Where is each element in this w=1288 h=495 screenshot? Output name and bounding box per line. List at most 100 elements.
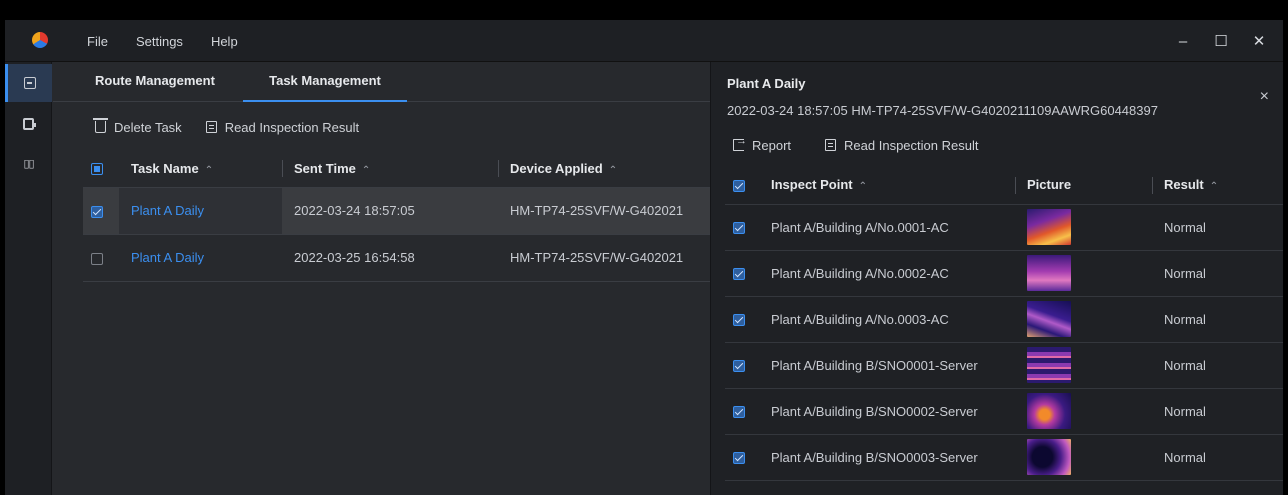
col-device-applied[interactable]: Device Applied ⌃ (498, 150, 710, 188)
report-label: Report (752, 137, 792, 153)
select-all-cell (83, 150, 119, 188)
table-row[interactable]: Plant A Daily 2022-03-24 18:57:05 HM-TP7… (83, 187, 710, 235)
col-task-name-label: Task Name (131, 160, 199, 176)
menu-file[interactable]: File (87, 34, 108, 49)
col-inspect-point[interactable]: Inspect Point ⌃ (759, 166, 1015, 205)
columns-icon: ▯▯ (23, 157, 34, 170)
sort-icon: ⌃ (858, 181, 868, 193)
col-sent-time-label: Sent Time (294, 160, 356, 176)
app-logo-icon (32, 32, 48, 48)
picture-cell (1015, 434, 1152, 481)
report-button[interactable]: Report (733, 135, 792, 153)
task-table: Task Name ⌃ Sent Time ⌃ Device Applied ⌃ Pl… (83, 150, 710, 282)
row-checkbox[interactable] (733, 452, 745, 465)
inspect-point-cell: Plant A/Building B/SNO0002-Server (759, 388, 1015, 435)
sort-icon: ⌃ (608, 164, 618, 176)
table-row[interactable]: Plant A/Building A/No.0001-AC Normal (725, 204, 1283, 251)
table-row[interactable]: Plant A/Building B/SNO0001-Server Normal (725, 342, 1283, 389)
row-checkbox-cell (725, 204, 759, 251)
col-picture-label: Picture (1027, 177, 1072, 193)
trash-icon (93, 118, 108, 133)
col-sent-time[interactable]: Sent Time ⌃ (282, 150, 498, 188)
sent-time-cell: 2022-03-25 16:54:58 (282, 234, 498, 282)
task-name-cell: Plant A Daily (119, 187, 282, 235)
tab-route-management[interactable]: Route Management (95, 62, 215, 102)
sort-icon: ⌃ (361, 164, 371, 176)
result-cell: Normal (1152, 250, 1283, 297)
row-checkbox[interactable] (91, 205, 103, 218)
inspect-point-cell: Plant A/Building A/No.0003-AC (759, 296, 1015, 343)
col-picture: Picture (1015, 166, 1152, 205)
minimize-button[interactable]: – (1175, 33, 1191, 50)
detail-subtitle: 2022-03-24 18:57:05 HM-TP74-25SVF/W-G402… (727, 103, 1158, 118)
picture-cell (1015, 296, 1152, 343)
maximize-button[interactable]: ☐ (1213, 32, 1229, 50)
tab-bar: Route Management Task Management (53, 62, 710, 102)
menu-help[interactable]: Help (211, 34, 238, 49)
delete-task-button[interactable]: Delete Task (93, 118, 182, 135)
task-name-link[interactable]: Plant A Daily (131, 203, 204, 218)
row-checkbox[interactable] (733, 360, 745, 373)
task-name-link[interactable]: Plant A Daily (131, 250, 204, 265)
picture-cell (1015, 250, 1152, 297)
picture-cell (1015, 388, 1152, 435)
col-task-name[interactable]: Task Name ⌃ (119, 150, 282, 188)
column-separator (498, 160, 499, 177)
detail-read-result-label: Read Inspection Result (844, 137, 979, 153)
task-name-cell: Plant A Daily (119, 234, 282, 282)
sort-icon: ⌃ (1209, 181, 1219, 193)
row-checkbox[interactable] (733, 268, 745, 281)
row-checkbox[interactable] (91, 252, 103, 265)
col-result[interactable]: Result ⌃ (1152, 166, 1283, 205)
row-checkbox-cell (83, 234, 119, 282)
column-separator (1015, 177, 1016, 194)
row-checkbox-cell (725, 388, 759, 435)
thermal-thumbnail[interactable] (1027, 209, 1071, 245)
table-row[interactable]: Plant A/Building A/No.0002-AC Normal (725, 250, 1283, 297)
row-checkbox-cell (725, 434, 759, 481)
read-result-icon (205, 121, 217, 133)
close-window-button[interactable]: ✕ (1251, 32, 1267, 50)
select-all-checkbox[interactable] (91, 163, 103, 176)
thermal-thumbnail[interactable] (1027, 393, 1071, 429)
row-checkbox[interactable] (733, 222, 745, 235)
tab-task-management[interactable]: Task Management (243, 62, 407, 102)
row-checkbox[interactable] (733, 406, 745, 419)
detail-title: Plant A Daily (727, 76, 806, 91)
screen-frame: File Settings Help – ☐ ✕ ▯▯ Route Manage… (0, 0, 1288, 495)
inspect-point-table: Inspect Point ⌃ Picture Result ⌃ Plant A/B… (725, 166, 1283, 481)
col-result-label: Result (1164, 177, 1204, 193)
close-detail-button[interactable]: × (1260, 88, 1269, 106)
menu-settings[interactable]: Settings (136, 34, 183, 49)
task-list-icon (24, 77, 36, 89)
thermal-thumbnail[interactable] (1027, 301, 1071, 337)
picture-cell (1015, 342, 1152, 389)
table-row[interactable]: Plant A Daily 2022-03-25 16:54:58 HM-TP7… (83, 234, 710, 282)
picture-cell (1015, 204, 1152, 251)
task-toolbar: Delete Task Read Inspection Result (93, 114, 360, 140)
table-row[interactable]: Plant A/Building B/SNO0002-Server Normal (725, 388, 1283, 435)
window-controls: – ☐ ✕ (1175, 20, 1267, 62)
rail-item-layout[interactable]: ▯▯ (5, 144, 52, 182)
row-checkbox[interactable] (733, 314, 745, 327)
result-cell: Normal (1152, 388, 1283, 435)
rail-item-device[interactable] (5, 105, 52, 143)
rail-item-tasks[interactable] (5, 64, 52, 102)
thermal-thumbnail[interactable] (1027, 255, 1071, 291)
read-inspection-result-button[interactable]: Read Inspection Result (205, 119, 360, 135)
table-row[interactable]: Plant A/Building A/No.0003-AC Normal (725, 296, 1283, 343)
detail-read-result-button[interactable]: Read Inspection Result (825, 138, 978, 153)
table-row[interactable]: Plant A/Building B/SNO0003-Server Normal (725, 434, 1283, 481)
detail-toolbar: Report Read Inspection Result (733, 134, 978, 156)
task-table-header: Task Name ⌃ Sent Time ⌃ Device Applied ⌃ (83, 150, 710, 188)
read-inspection-result-label: Read Inspection Result (224, 119, 360, 135)
inspection-detail-panel: Plant A Daily 2022-03-24 18:57:05 HM-TP7… (710, 62, 1283, 495)
row-checkbox-cell (725, 342, 759, 389)
row-checkbox-cell (725, 296, 759, 343)
select-all-points-checkbox[interactable] (733, 179, 745, 192)
app-window: File Settings Help – ☐ ✕ ▯▯ Route Manage… (5, 20, 1283, 495)
delete-task-label: Delete Task (114, 119, 182, 135)
thermal-thumbnail[interactable] (1027, 439, 1071, 475)
col-device-applied-label: Device Applied (510, 160, 603, 176)
thermal-thumbnail[interactable] (1027, 347, 1071, 383)
